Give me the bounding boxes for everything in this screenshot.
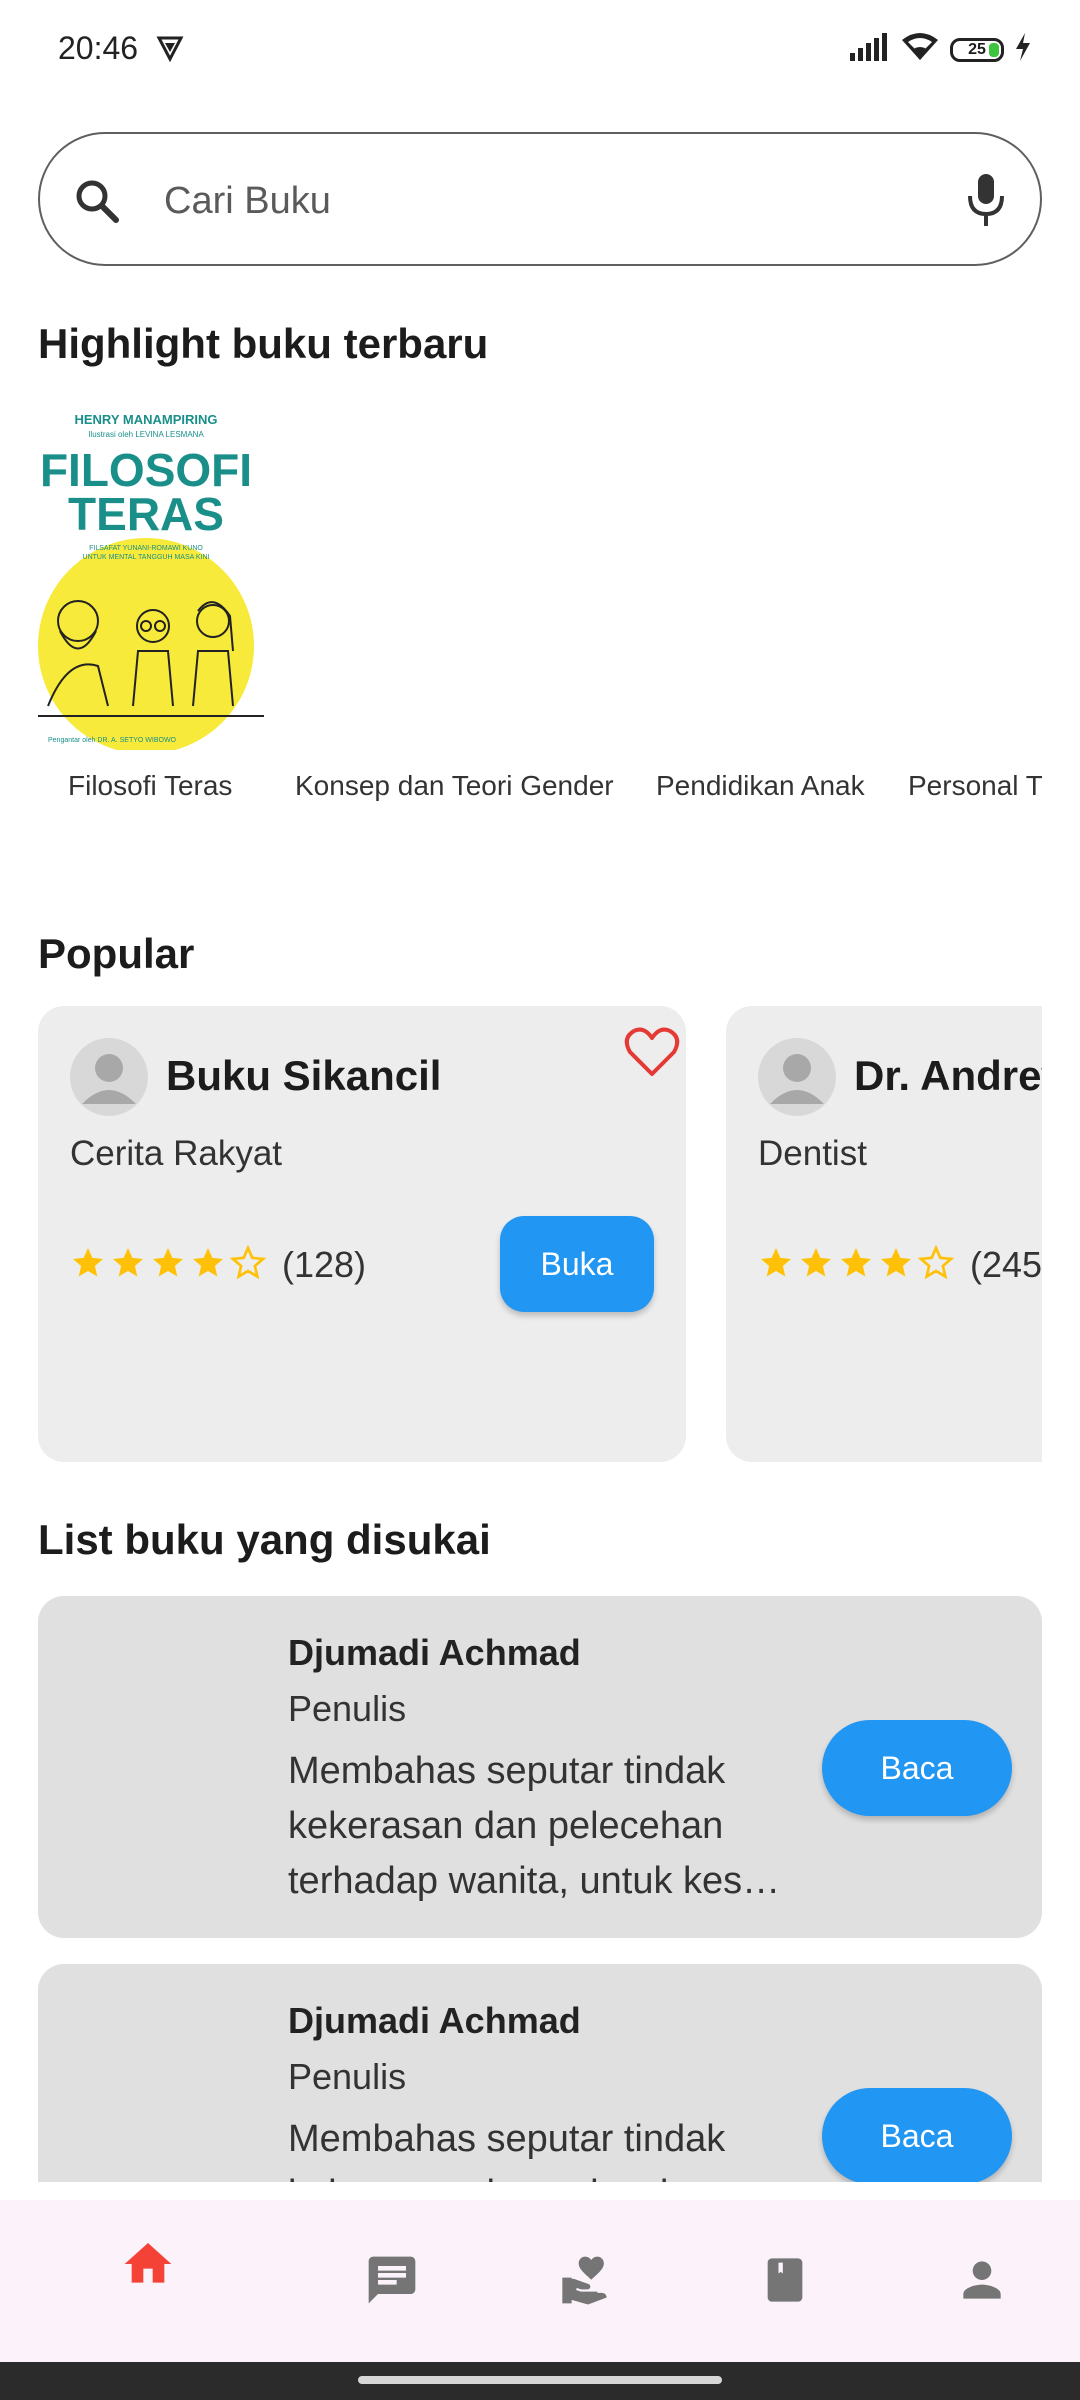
star-filled-icon bbox=[838, 1245, 874, 1286]
home-gesture-handle[interactable] bbox=[358, 2376, 722, 2384]
list-item-role: Penulis bbox=[288, 2056, 407, 2097]
wifi-icon bbox=[900, 32, 940, 67]
nav-item-profile[interactable] bbox=[932, 2252, 1032, 2352]
list-item-name: Djumadi Achmad bbox=[288, 1632, 581, 1673]
cover-title-line2: TERAS bbox=[68, 488, 224, 540]
star-filled-icon bbox=[190, 1245, 226, 1286]
star-filled-icon bbox=[798, 1245, 834, 1286]
rating-count: (128) bbox=[282, 1244, 367, 1285]
popular-card[interactable]: Buku Sikancil Cerita Rakyat (128) Buka bbox=[38, 1006, 686, 1462]
rating-stars: (245) bbox=[758, 1244, 1042, 1286]
liked-section-title: List buku yang disukai bbox=[38, 1516, 491, 1563]
cover-illustrator: Ilustrasi oleh LEVINA LESMANA bbox=[88, 430, 204, 439]
gesture-bar bbox=[0, 2362, 1080, 2400]
cover-foreword: Pengantar oleh DR. A. SETYO WIBOWO bbox=[48, 737, 177, 744]
vpn-icon bbox=[156, 34, 184, 67]
book-icon[interactable] bbox=[759, 2252, 811, 2352]
search-bar[interactable] bbox=[38, 132, 1042, 266]
status-icons: 25 bbox=[850, 32, 1032, 67]
avatar bbox=[758, 1038, 836, 1116]
nav-item-home[interactable] bbox=[98, 2236, 198, 2336]
cover-subtitle-line1: FILSAFAT YUNANI-ROMAWI KUNO bbox=[89, 545, 203, 552]
popular-card-subtitle: Cerita Rakyat bbox=[70, 1134, 283, 1173]
popular-carousel[interactable]: Buku Sikancil Cerita Rakyat (128) Buka D… bbox=[38, 1006, 1042, 1462]
read-button[interactable]: Baca bbox=[822, 2088, 1012, 2182]
popular-section-title: Popular bbox=[38, 930, 195, 977]
highlight-label-clip: Personal T bbox=[908, 764, 1042, 814]
signal-icon bbox=[850, 33, 890, 66]
chat-icon[interactable] bbox=[364, 2252, 420, 2352]
charging-icon bbox=[1014, 33, 1032, 66]
highlight-book-label[interactable]: Pendidikan Anak bbox=[656, 770, 865, 802]
open-book-button[interactable]: Buka bbox=[500, 1216, 654, 1312]
star-outline-icon bbox=[917, 1244, 955, 1286]
read-button[interactable]: Baca bbox=[822, 1720, 1012, 1816]
list-item-description: Membahas seputar tindak kekerasan dan pe… bbox=[288, 1750, 781, 1902]
bottom-navigation bbox=[0, 2200, 1080, 2362]
nav-item-books[interactable] bbox=[735, 2252, 835, 2352]
nav-item-chat[interactable] bbox=[342, 2252, 442, 2352]
star-filled-icon bbox=[150, 1245, 186, 1286]
mic-icon[interactable] bbox=[966, 172, 1006, 233]
popular-card-title: Buku Sikancil bbox=[166, 1052, 442, 1099]
home-icon[interactable] bbox=[120, 2236, 176, 2336]
popular-card-subtitle: Dentist bbox=[758, 1134, 867, 1173]
cover-author: HENRY MANAMPIRING bbox=[74, 412, 217, 427]
list-item[interactable]: Djumadi Achmad Penulis Membahas seputar … bbox=[38, 1596, 1042, 1938]
highlight-book-label[interactable]: Filosofi Teras bbox=[68, 770, 232, 802]
popular-card-title: Dr. Andrew bbox=[854, 1052, 1042, 1099]
nav-item-donate[interactable] bbox=[538, 2252, 638, 2352]
status-time: 20:46 bbox=[58, 30, 139, 66]
volunteer-icon[interactable] bbox=[558, 2252, 618, 2352]
star-filled-icon bbox=[70, 1245, 106, 1286]
highlight-book-label[interactable]: Konsep dan Teori Gender bbox=[295, 770, 614, 802]
battery-icon: 25 bbox=[950, 37, 1004, 62]
popular-card[interactable]: Dr. Andrew Dentist (245) bbox=[726, 1006, 1042, 1462]
star-filled-icon bbox=[110, 1245, 146, 1286]
battery-level: 25 bbox=[968, 40, 986, 58]
list-item-name: Djumadi Achmad bbox=[288, 2000, 581, 2041]
highlight-section-title: Highlight buku terbaru bbox=[38, 320, 489, 367]
list-item-description: Membahas seputar tindak kekerasan dan pe… bbox=[288, 2118, 726, 2182]
liked-list[interactable]: Djumadi Achmad Penulis Membahas seputar … bbox=[38, 1596, 1042, 2182]
star-outline-icon bbox=[229, 1244, 267, 1286]
star-filled-icon bbox=[878, 1245, 914, 1286]
avatar bbox=[70, 1038, 148, 1116]
list-item-role: Penulis bbox=[288, 1688, 407, 1729]
cover-subtitle-line2: UNTUK MENTAL TANGGUH MASA KINI bbox=[83, 554, 210, 561]
search-icon[interactable] bbox=[72, 176, 122, 231]
heart-icon[interactable] bbox=[624, 1026, 680, 1083]
search-input[interactable] bbox=[164, 174, 924, 228]
rating-count: (245) bbox=[970, 1244, 1042, 1285]
list-item[interactable]: Djumadi Achmad Penulis Membahas seputar … bbox=[38, 1964, 1042, 2182]
star-filled-icon bbox=[758, 1245, 794, 1286]
book-cover-filosofi-teras[interactable]: HENRY MANAMPIRING Ilustrasi oleh LEVINA … bbox=[38, 406, 264, 750]
person-icon[interactable] bbox=[954, 2252, 1010, 2352]
status-bar: 20:46 25 bbox=[0, 0, 1080, 100]
rating-stars: (128) bbox=[70, 1244, 366, 1286]
highlight-book-label[interactable]: Personal T bbox=[908, 770, 1042, 802]
